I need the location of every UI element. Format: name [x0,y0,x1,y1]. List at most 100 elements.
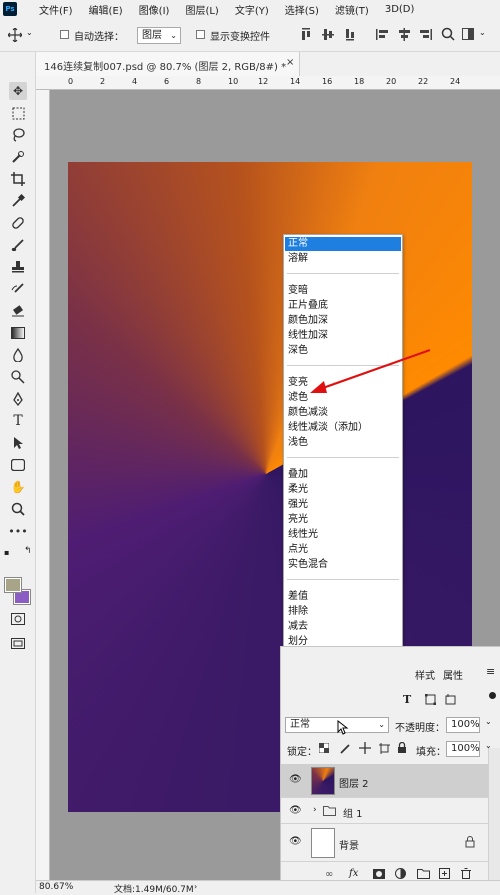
link-icon[interactable]: ∞ [325,869,333,880]
type-filter-icon[interactable]: T [403,693,411,706]
search-icon[interactable] [441,27,455,41]
lock-all-icon[interactable] [397,742,407,754]
lock-artboard-icon[interactable] [379,743,390,754]
blend-mode-option[interactable]: 线性加深 [285,329,401,343]
filter-toggle-icon[interactable] [489,692,496,699]
group-expand-chevron-icon[interactable]: › [313,805,317,815]
gradient-tool-icon[interactable] [9,324,27,342]
lock-position-icon[interactable] [359,742,371,754]
menu-type[interactable]: 文字(Y) [235,2,269,17]
default-colors-icon[interactable]: ▪ [4,548,9,557]
pen-tool-icon[interactable] [9,390,27,408]
background-color-swatch[interactable] [13,589,31,605]
type-tool-icon[interactable]: T [9,412,27,430]
lock-pixels-icon[interactable] [339,743,350,754]
quick-select-tool-icon[interactable] [9,148,27,166]
tool-preset-chevron-icon[interactable]: ⌄ [26,28,33,37]
blend-mode-option[interactable]: 排除 [285,605,401,619]
auto-select-checkbox[interactable] [60,30,69,39]
workspace-chevron-icon[interactable]: ⌄ [479,28,486,37]
tab-styles[interactable]: 样式 [415,667,435,682]
align-hcenter-icon[interactable] [398,28,410,41]
path-select-tool-icon[interactable] [9,434,27,452]
visibility-eye-icon[interactable]: 👁 [289,775,302,785]
blend-mode-option[interactable]: 柔光 [285,483,401,497]
close-tab-icon[interactable]: × [286,57,294,68]
clone-stamp-tool-icon[interactable] [9,258,27,276]
menu-select[interactable]: 选择(S) [285,2,319,17]
blend-mode-option[interactable]: 变暗 [285,284,401,298]
move-tool-icon[interactable]: ✥ [9,82,27,100]
tab-properties[interactable]: 属性 [443,667,463,682]
blend-mode-option[interactable]: 亮光 [285,513,401,527]
more-tools-icon[interactable]: ••• [8,522,27,540]
eyedropper-tool-icon[interactable] [9,192,27,210]
layer-row-group1[interactable]: 👁 › 组 1 [281,798,489,824]
blend-mode-option[interactable]: 线性减淡（添加） [285,421,401,435]
fill-input[interactable]: 100% [446,741,480,757]
align-top-icon[interactable] [300,28,312,41]
screen-mode-icon[interactable] [9,634,27,652]
quick-mask-icon[interactable] [9,610,27,628]
move-tool-icon[interactable] [8,28,22,42]
menu-image[interactable]: 图像(I) [139,2,170,17]
mask-icon[interactable] [373,869,385,879]
opacity-chevron-icon[interactable]: ⌄ [485,717,492,726]
menu-layer[interactable]: 图层(L) [185,2,218,17]
show-transform-checkbox[interactable] [196,30,205,39]
foreground-color-swatch[interactable] [4,577,22,593]
document-tab[interactable]: 146连续复制007.psd @ 80.7% (图层 2, RGB/8#) * … [36,52,300,76]
trash-icon[interactable] [461,868,471,879]
visibility-eye-icon[interactable]: 👁 [289,806,302,816]
history-brush-tool-icon[interactable] [9,280,27,298]
status-chevron-icon[interactable]: › [194,882,197,891]
fx-icon[interactable]: fx [349,868,358,879]
zoom-level[interactable]: 80.67% [39,882,73,892]
align-left-icon[interactable] [376,28,388,41]
menu-edit[interactable]: 编辑(E) [89,2,123,17]
align-bottom-icon[interactable] [344,28,356,41]
blend-mode-option[interactable]: 颜色加深 [285,314,401,328]
blend-mode-option[interactable]: 颜色减淡 [285,406,401,420]
blend-mode-option[interactable]: 浅色 [285,436,401,450]
menu-3d[interactable]: 3D(D) [385,4,415,15]
lasso-tool-icon[interactable] [9,126,27,144]
brush-tool-icon[interactable] [9,236,27,254]
blend-mode-option[interactable]: 正片叠底 [285,299,401,313]
layers-scrollbar[interactable] [488,748,500,880]
workspace-icon[interactable] [462,28,474,40]
blend-mode-option[interactable]: 实色混合 [285,558,401,572]
swap-colors-icon[interactable]: ↰ [24,546,32,556]
blend-mode-option[interactable]: 线性光 [285,528,401,542]
crop-tool-icon[interactable] [9,170,27,188]
menu-file[interactable]: 文件(F) [39,2,73,17]
blend-mode-option[interactable]: 叠加 [285,468,401,482]
zoom-tool-icon[interactable] [9,500,27,518]
blend-mode-option[interactable]: 点光 [285,543,401,557]
adjustment-icon[interactable] [395,868,406,879]
auto-select-dropdown[interactable]: 图层 ⌄ [137,27,181,44]
visibility-eye-icon[interactable]: 👁 [289,837,302,847]
dodge-tool-icon[interactable] [9,368,27,386]
smart-object-filter-icon[interactable] [445,694,456,705]
lock-transparent-icon[interactable] [319,743,329,753]
hand-tool-icon[interactable]: ✋ [9,478,27,496]
blend-mode-option[interactable]: 溶解 [285,252,401,266]
blend-mode-option[interactable]: 正常 [285,237,401,251]
blend-mode-option[interactable]: 减去 [285,620,401,634]
marquee-tool-icon[interactable] [9,104,27,122]
layer-row-background[interactable]: 👁 背景 [281,824,489,862]
eraser-tool-icon[interactable] [9,302,27,320]
shape-tool-icon[interactable] [9,456,27,474]
panel-menu-icon[interactable]: ≡ [486,665,495,678]
menu-filter[interactable]: 滤镜(T) [335,2,369,17]
blend-mode-option[interactable]: 强光 [285,498,401,512]
align-vcenter-icon[interactable] [322,28,334,41]
opacity-input[interactable]: 100% [446,717,480,733]
folder-icon[interactable] [417,869,430,879]
blur-tool-icon[interactable] [9,346,27,364]
shape-filter-icon[interactable] [425,694,436,705]
blend-mode-option[interactable]: 差值 [285,590,401,604]
align-right-icon[interactable] [420,28,432,41]
layer-row-layer2[interactable]: 👁 图层 2 [281,764,489,798]
